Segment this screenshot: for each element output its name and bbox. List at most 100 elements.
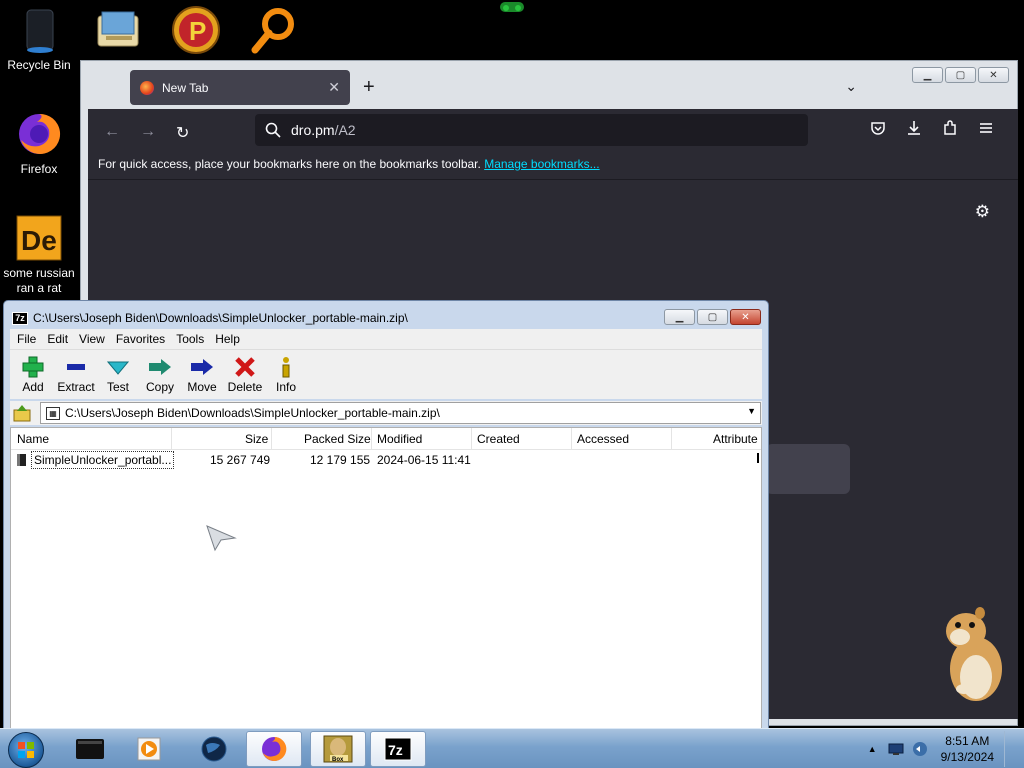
reload-button[interactable]: ↻ xyxy=(176,123,189,143)
clock-time: 8:51 AM xyxy=(945,734,990,748)
mail-shortcut-icon[interactable] xyxy=(92,4,144,56)
list-all-tabs-button[interactable]: ⌄ xyxy=(845,78,857,95)
search-icon xyxy=(265,122,281,138)
forward-button[interactable]: → xyxy=(140,123,156,141)
chevron-down-icon[interactable]: ▼ xyxy=(747,406,756,416)
zip-toolbar: Add Extract Test Copy Move Delete Info xyxy=(10,349,762,399)
close-button[interactable]: ✕ xyxy=(730,309,761,325)
desktop-icon-label: Recycle Bin xyxy=(7,58,71,72)
clock[interactable]: 8:51 AM 9/13/2024 xyxy=(941,733,994,765)
test-button[interactable]: Test xyxy=(95,354,141,394)
column-size[interactable]: Size xyxy=(245,432,268,446)
delete-button[interactable]: Delete xyxy=(222,354,268,394)
minimize-button[interactable]: ▁ xyxy=(912,67,943,83)
de-app-icon: De xyxy=(15,214,63,262)
7zip-window: 7z C:\Users\Joseph Biden\Downloads\Simpl… xyxy=(3,300,769,730)
move-button[interactable]: Move xyxy=(179,354,225,394)
back-button[interactable]: ← xyxy=(104,123,120,141)
menu-tools[interactable]: Tools xyxy=(176,332,204,346)
menu-view[interactable]: View xyxy=(79,332,105,346)
new-tab-button[interactable]: + xyxy=(363,76,375,99)
desktop-icon-rat[interactable]: De some russian ran a rat xyxy=(0,214,78,296)
column-attributes[interactable]: Attribute xyxy=(713,432,758,446)
taskbar-item-globe[interactable] xyxy=(186,731,242,767)
downloads-icon[interactable] xyxy=(904,120,924,140)
firefox-icon xyxy=(262,736,287,761)
column-packed-size[interactable]: Packed Size xyxy=(304,432,371,446)
desktop-icon-label: Firefox xyxy=(20,162,58,176)
column-modified[interactable]: Modified xyxy=(377,432,422,446)
taskbar-item-terminal[interactable] xyxy=(62,731,118,767)
delete-icon xyxy=(222,354,268,380)
tab-new-tab[interactable]: New Tab ✕ xyxy=(130,70,350,105)
menu-icon[interactable] xyxy=(976,120,996,140)
extract-button[interactable]: Extract xyxy=(53,354,99,394)
info-button[interactable]: Info xyxy=(263,354,309,394)
clock-date: 9/13/2024 xyxy=(940,750,994,764)
column-created[interactable]: Created xyxy=(477,432,520,446)
svg-text:7z: 7z xyxy=(388,742,403,758)
copy-label: Copy xyxy=(145,380,174,394)
address-bar: ▦ C:\Users\Joseph Biden\Downloads\Simple… xyxy=(10,401,762,425)
taskbar-item-7zip[interactable]: 7z xyxy=(370,731,426,767)
menu-help[interactable]: Help xyxy=(215,332,240,346)
maximize-button[interactable]: ▢ xyxy=(697,309,728,325)
folder-up-icon[interactable] xyxy=(13,404,31,422)
menu-edit[interactable]: Edit xyxy=(47,332,68,346)
app-p-shortcut-icon[interactable]: P xyxy=(170,4,222,56)
zip-caption-buttons: ▁ ▢ ✕ xyxy=(664,309,761,325)
file-packed-size: 12 179 155 xyxy=(310,453,371,467)
address-input[interactable]: ▦ C:\Users\Joseph Biden\Downloads\Simple… xyxy=(40,402,761,424)
desktop-icon-recycle-bin[interactable]: Recycle Bin xyxy=(0,6,78,73)
desktop-icon-firefox[interactable]: Firefox xyxy=(0,110,78,177)
info-label: Info xyxy=(275,380,296,394)
test-icon xyxy=(95,354,141,380)
volume-icon[interactable] xyxy=(911,741,929,757)
address-text: C:\Users\Joseph Biden\Downloads\SimpleUn… xyxy=(65,406,440,420)
file-list: Name Size Packed Size Modified Created A… xyxy=(10,427,762,729)
7zip-icon: 7z xyxy=(384,737,412,761)
column-name[interactable]: Name xyxy=(17,432,49,446)
copy-button[interactable]: Copy xyxy=(137,354,183,394)
menu-file[interactable]: File xyxy=(17,332,36,346)
show-desktop-button[interactable] xyxy=(1004,731,1016,767)
system-tray: ▲ 8:51 AM 9/13/2024 xyxy=(868,731,1016,767)
menu-bar: File Edit View Favorites Tools Help xyxy=(10,329,762,349)
svg-text:Box: Box xyxy=(332,757,344,763)
extensions-icon[interactable] xyxy=(940,120,960,140)
gear-icon[interactable]: ⚙ xyxy=(975,202,990,222)
add-button[interactable]: Add xyxy=(10,354,56,394)
file-size: 15 267 749 xyxy=(210,453,271,467)
move-label: Move xyxy=(187,380,217,394)
column-accessed[interactable]: Accessed xyxy=(577,432,629,446)
search-shortcut-icon[interactable] xyxy=(248,4,300,56)
menu-favorites[interactable]: Favorites xyxy=(116,332,165,346)
firefox-caption-buttons: ▁ ▢ ✕ xyxy=(912,67,1009,83)
maximize-button[interactable]: ▢ xyxy=(945,67,976,83)
taskbar-item-media-player[interactable] xyxy=(122,731,178,767)
minimize-button[interactable]: ▁ xyxy=(664,309,695,325)
shortcut-tile[interactable] xyxy=(766,444,850,494)
url-bar[interactable]: dro.pm/A2 xyxy=(255,114,808,146)
top-notch-decoration xyxy=(496,0,528,16)
url-host: dro.pm xyxy=(291,122,335,138)
column-header-row: Name Size Packed Size Modified Created A… xyxy=(11,428,761,450)
start-button[interactable] xyxy=(8,732,44,768)
hamster-sticker-icon xyxy=(940,605,1006,705)
firefox-toolbar: ← → ↻ dro.pm/A2 For quick access, place … xyxy=(88,109,1018,179)
file-modified: 2024-06-15 11:41 xyxy=(377,453,471,467)
copy-icon xyxy=(137,354,183,380)
close-button[interactable]: ✕ xyxy=(978,67,1009,83)
file-icon xyxy=(17,454,26,466)
tab-close-icon[interactable]: ✕ xyxy=(328,79,340,96)
recycle-bin-icon xyxy=(15,6,63,54)
show-hidden-icons-icon[interactable]: ▲ xyxy=(868,744,877,754)
network-icon[interactable] xyxy=(887,741,905,757)
taskbar-item-firefox[interactable] xyxy=(246,731,302,767)
file-name[interactable]: SimpleUnlocker_portabl... xyxy=(31,451,175,469)
manage-bookmarks-link[interactable]: Manage bookmarks... xyxy=(484,157,599,171)
bookmarks-toolbar: For quick access, place your bookmarks h… xyxy=(98,157,600,171)
pocket-icon[interactable] xyxy=(868,120,888,140)
table-row[interactable]: SimpleUnlocker_portabl... 15 267 749 12 … xyxy=(11,450,761,470)
taskbar-item-sandbox[interactable]: Box xyxy=(310,731,366,767)
